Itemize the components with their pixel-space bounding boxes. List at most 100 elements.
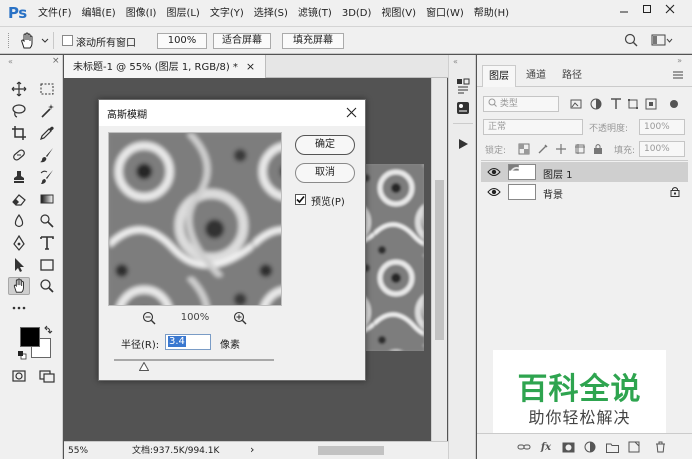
- clone-stamp-tool-icon[interactable]: [8, 168, 30, 186]
- lock-all-icon[interactable]: [591, 142, 605, 156]
- menu-3d[interactable]: 3D(D): [337, 0, 377, 27]
- layer-name[interactable]: 图层 1: [543, 166, 573, 181]
- menu-image[interactable]: 图像(I): [121, 0, 162, 27]
- lock-transparency-icon[interactable]: [517, 142, 531, 156]
- zoom-out-icon[interactable]: [142, 311, 156, 328]
- menu-file[interactable]: 文件(F): [33, 0, 77, 27]
- pen-tool-icon[interactable]: [8, 234, 30, 252]
- play-action-icon[interactable]: [455, 135, 471, 153]
- crop-tool-icon[interactable]: [8, 124, 30, 142]
- tab-channels[interactable]: 通道: [519, 65, 553, 87]
- quick-mask-icon[interactable]: [8, 367, 30, 385]
- rectangle-tool-icon[interactable]: [36, 256, 58, 274]
- workspace-icon[interactable]: [651, 33, 673, 50]
- history-brush-tool-icon[interactable]: [36, 168, 58, 186]
- pixel-filter-icon[interactable]: [569, 97, 583, 111]
- collapse-icon[interactable]: «: [8, 57, 13, 66]
- marquee-tool-icon[interactable]: [36, 80, 58, 98]
- move-tool-icon[interactable]: [8, 80, 30, 98]
- link-layers-icon[interactable]: [517, 440, 531, 454]
- smart-object-filter-icon[interactable]: [644, 97, 658, 111]
- ok-button[interactable]: 确定: [295, 135, 355, 155]
- healing-brush-tool-icon[interactable]: [8, 146, 30, 164]
- status-expand-icon[interactable]: ›: [250, 443, 254, 456]
- panel-menu-icon[interactable]: [672, 70, 684, 83]
- chevron-down-icon[interactable]: [41, 36, 49, 47]
- default-colors-icon[interactable]: [17, 350, 27, 363]
- new-adjustment-layer-icon[interactable]: [583, 440, 597, 454]
- close-icon[interactable]: [343, 104, 359, 120]
- foreground-color-swatch[interactable]: [20, 327, 40, 347]
- type-tool-icon[interactable]: [36, 234, 58, 252]
- brush-tool-icon[interactable]: [36, 146, 58, 164]
- eyedropper-tool-icon[interactable]: [36, 124, 58, 142]
- zoom-100-button[interactable]: 100%: [157, 33, 207, 49]
- type-filter-icon[interactable]: [609, 97, 623, 111]
- close-tab-icon[interactable]: ×: [246, 55, 255, 78]
- menu-window[interactable]: 窗口(W): [421, 0, 469, 27]
- radius-slider-track[interactable]: [114, 359, 274, 361]
- dodge-tool-icon[interactable]: [36, 212, 58, 230]
- preview-label[interactable]: 预览(P): [311, 193, 345, 208]
- layer-row[interactable]: 图层 1: [481, 162, 688, 182]
- fit-screen-button[interactable]: 适合屏幕: [213, 33, 271, 49]
- zoom-in-icon[interactable]: [233, 311, 247, 328]
- menu-help[interactable]: 帮助(H): [469, 0, 514, 27]
- vertical-scroll-thumb[interactable]: [435, 180, 444, 340]
- gradient-tool-icon[interactable]: [36, 190, 58, 208]
- document-tab[interactable]: 未标题-1 @ 55% (图层 1, RGB/8) * ×: [64, 55, 267, 78]
- eraser-tool-icon[interactable]: [8, 190, 30, 208]
- fx-icon[interactable]: fx: [539, 440, 553, 454]
- lock-icon[interactable]: [670, 186, 680, 200]
- close-icon[interactable]: [660, 0, 680, 18]
- collapse-icon[interactable]: «: [453, 57, 458, 66]
- cancel-button[interactable]: 取消: [295, 163, 355, 183]
- search-icon[interactable]: [624, 33, 638, 50]
- menu-select[interactable]: 选择(S): [249, 0, 293, 27]
- new-group-icon[interactable]: [605, 440, 619, 454]
- menu-layer[interactable]: 图层(L): [161, 0, 204, 27]
- hand-tool-icon[interactable]: [8, 277, 30, 295]
- options-bar-grip[interactable]: [8, 33, 10, 48]
- lock-artboard-icon[interactable]: [573, 142, 587, 156]
- dialog-title-bar[interactable]: 高斯模糊: [99, 100, 365, 126]
- shape-filter-icon[interactable]: [626, 97, 640, 111]
- menu-type[interactable]: 文字(Y): [205, 0, 249, 27]
- collapse-icon[interactable]: »: [677, 56, 682, 65]
- tab-paths[interactable]: 路径: [555, 65, 589, 87]
- screen-mode-icon[interactable]: [36, 367, 58, 385]
- visibility-eye-icon[interactable]: [487, 166, 501, 181]
- lasso-tool-icon[interactable]: [8, 102, 30, 120]
- zoom-tool-icon[interactable]: [36, 277, 58, 295]
- visibility-eye-icon[interactable]: [487, 186, 501, 201]
- vertical-scrollbar[interactable]: [431, 78, 447, 441]
- hand-tool-preset-icon[interactable]: [18, 32, 36, 53]
- adjustment-filter-icon[interactable]: [589, 97, 603, 111]
- magic-wand-tool-icon[interactable]: [36, 102, 58, 120]
- lock-pixels-icon[interactable]: [536, 142, 550, 156]
- path-selection-tool-icon[interactable]: [8, 256, 30, 274]
- history-panel-icon[interactable]: [455, 77, 471, 95]
- new-layer-icon[interactable]: [627, 440, 641, 454]
- blend-mode-dropdown[interactable]: 正常: [483, 119, 583, 135]
- preview-checkbox[interactable]: [295, 194, 306, 205]
- radius-input[interactable]: 3.4: [165, 334, 211, 350]
- layer-filter-dropdown[interactable]: 类型: [483, 96, 559, 112]
- menu-view[interactable]: 视图(V): [376, 0, 421, 27]
- menu-filter[interactable]: 滤镜(T): [293, 0, 337, 27]
- filter-toggle-icon[interactable]: [667, 97, 681, 111]
- delete-layer-icon[interactable]: [653, 440, 667, 454]
- blur-preview[interactable]: [108, 132, 282, 306]
- layer-name[interactable]: 背景: [543, 186, 563, 201]
- opacity-field[interactable]: 100%: [639, 119, 685, 135]
- document-info[interactable]: 文档:937.5K/994.1K: [132, 444, 219, 458]
- menu-edit[interactable]: 编辑(E): [77, 0, 121, 27]
- properties-panel-icon[interactable]: [455, 99, 471, 117]
- add-mask-icon[interactable]: [561, 440, 575, 454]
- blur-tool-icon[interactable]: [8, 212, 30, 230]
- minimize-icon[interactable]: [614, 0, 634, 18]
- zoom-level-field[interactable]: 55%: [68, 444, 100, 458]
- scroll-all-windows-checkbox[interactable]: [62, 35, 73, 46]
- radius-slider-thumb[interactable]: [138, 361, 150, 374]
- close-icon[interactable]: ×: [52, 56, 60, 66]
